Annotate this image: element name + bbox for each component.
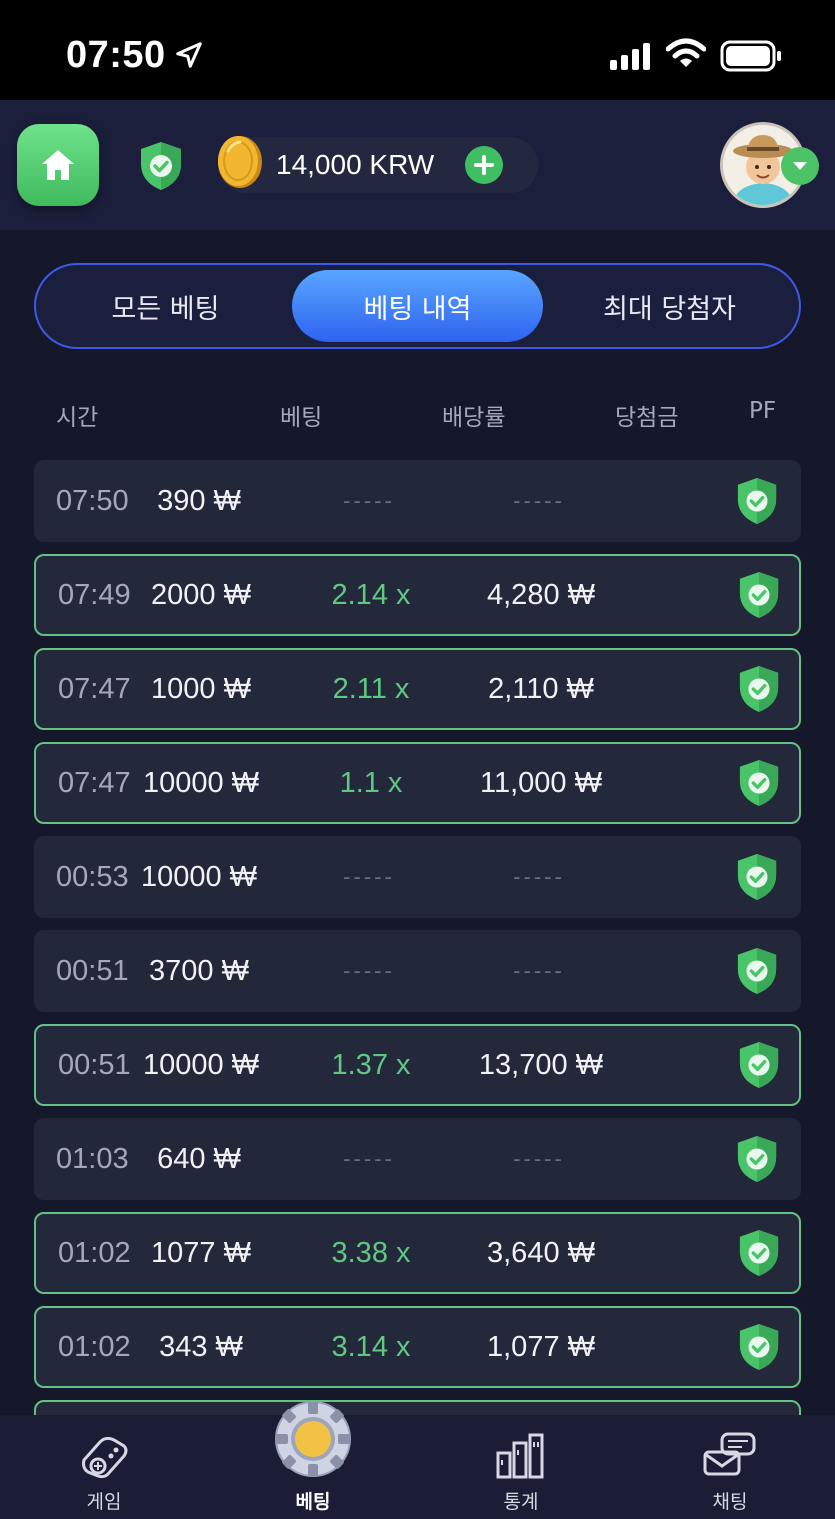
nav-label-game: 게임 [86,1491,122,1513]
plus-icon [474,155,494,175]
table-row[interactable]: 00:51 3700 ₩ ----- ----- [34,930,801,1012]
row-payout: 4,280 ₩ [487,578,595,611]
balance-amount: 14,000 KRW [276,149,435,180]
row-payout: ----- [513,1146,565,1171]
table-row[interactable]: 00:53 10000 ₩ ----- ----- [34,836,801,918]
battery-icon [720,40,781,72]
column-header-time: 시간 [56,405,99,431]
provably-fair-shield-icon[interactable] [736,1308,782,1386]
nav-item-chat[interactable]: 채팅 [660,1415,800,1519]
stats-buildings-icon [496,1433,544,1479]
provably-fair-shield-icon[interactable] [734,1118,780,1200]
provably-fair-shield-icon[interactable] [734,460,780,542]
row-payout: 11,000 ₩ [480,766,602,799]
nav-label-bets: 베팅 [295,1491,331,1513]
provably-fair-shield-icon[interactable] [736,556,782,634]
tab-all-bets[interactable]: 모든 베팅 [40,270,291,342]
row-payout: ----- [513,488,565,513]
table-row[interactable]: 01:02 1077 ₩3.38 x 3,640 ₩ [34,1212,801,1294]
provably-fair-shield-icon[interactable] [734,930,780,1012]
bet-tabs: 모든 베팅 베팅 내역 최대 당첨자 [34,263,801,349]
add-funds-button[interactable] [465,146,503,184]
home-icon [42,150,74,180]
status-bar: 07:50 [0,0,835,100]
provably-fair-shield-icon[interactable] [734,836,780,918]
provably-fair-shield-icon[interactable] [736,650,782,728]
nav-label-stats: 통계 [503,1491,539,1513]
home-button[interactable] [17,124,99,206]
table-row[interactable]: 07:49 2000 ₩2.14 x 4,280 ₩ [34,554,801,636]
table-row[interactable]: 07:50 390 ₩ ----- ----- [34,460,801,542]
provably-fair-shield-icon[interactable] [736,744,782,822]
app-header: 14,000 KRW [0,100,835,230]
row-payout: 1,077 ₩ [487,1330,595,1363]
row-payout: 2,110 ₩ [488,672,594,705]
shield-check-icon[interactable] [138,140,184,192]
chevron-down-icon [793,162,807,170]
tab-top-winners[interactable]: 최대 당첨자 [544,270,795,342]
location-arrow-icon [176,42,202,68]
tab-my-bets[interactable]: 베팅 내역 [292,270,543,342]
column-header-multiplier: 배당률 [442,405,506,431]
column-header-payout: 당첨금 [615,405,679,431]
row-payout: ----- [513,958,565,983]
chat-icon [703,1432,756,1476]
table-row[interactable]: 07:47 1000 ₩2.11 x 2,110 ₩ [34,648,801,730]
table-row[interactable]: 07:47 10000 ₩1.1 x 11,000 ₩ [34,742,801,824]
coin-icon [218,136,262,188]
column-header-pf: PF [749,398,777,424]
balance-display: 14,000 KRW [218,136,538,193]
provably-fair-shield-icon[interactable] [736,1214,782,1292]
avatar-dropdown-button[interactable] [781,147,819,185]
status-time: 07:50 [66,34,166,76]
signal-icon [610,43,650,70]
bottom-nav: 게임 베팅 통계 채팅 [0,1415,835,1519]
provably-fair-shield-icon[interactable] [736,1026,782,1104]
column-header-bet: 베팅 [280,405,323,431]
row-payout: 3,640 ₩ [487,1236,595,1269]
table-row[interactable]: 00:51 10000 ₩1.37 x 13,700 ₩ [34,1024,801,1106]
nav-item-stats[interactable]: 통계 [451,1415,591,1519]
poker-chip-icon[interactable] [274,1400,352,1478]
row-payout: ----- [513,864,565,889]
joystick-icon [82,1436,128,1479]
table-row[interactable]: 01:02 343 ₩3.14 x 1,077 ₩ [34,1306,801,1388]
nav-label-chat: 채팅 [712,1491,748,1513]
row-payout: 13,700 ₩ [478,1048,604,1081]
wifi-icon [666,38,706,67]
nav-item-game[interactable]: 게임 [34,1415,174,1519]
table-row[interactable]: 01:03 640 ₩ ----- ----- [34,1118,801,1200]
